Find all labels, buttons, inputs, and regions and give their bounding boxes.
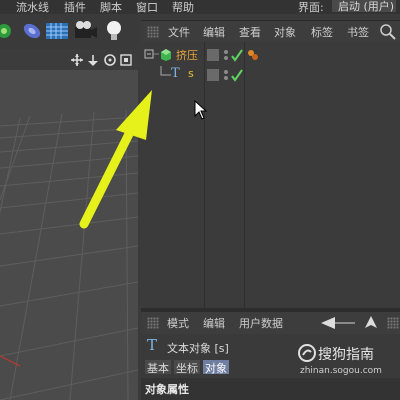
annotation-arrow-icon	[79, 90, 152, 229]
mouse-cursor-icon	[194, 100, 208, 120]
